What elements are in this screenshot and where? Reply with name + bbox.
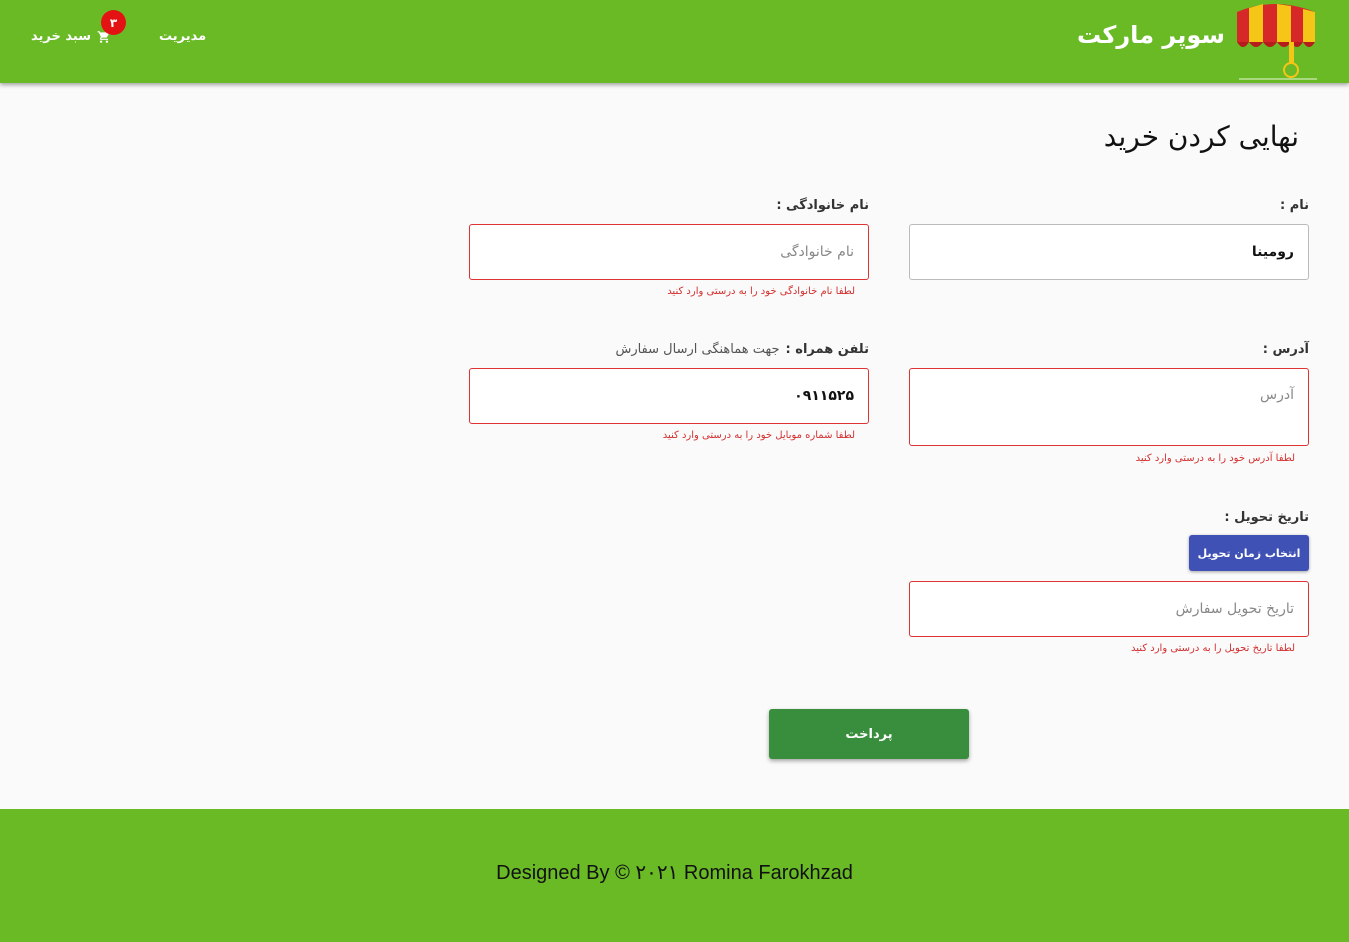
address-textarea[interactable]: آدرس [909, 368, 1309, 446]
delivery-date-input[interactable]: تاریخ تحویل سفارش [909, 581, 1309, 637]
page-title: نهایی کردن خرید [1103, 120, 1299, 153]
delivery-date-error: لطفا تاریخ تحویل را به درستی وارد کنید [1131, 643, 1295, 654]
address-error: لطفا آدرس خود را به درستی وارد کنید [1135, 453, 1295, 464]
brand-name: سوپر مارکت [1077, 20, 1225, 49]
top-navbar: سوپر مارکت مدیریت سبد خرید ۳ [0, 0, 1349, 83]
nav-cart-link[interactable]: سبد خرید [31, 29, 111, 44]
store-awning-icon [1237, 3, 1317, 79]
first-name-input[interactable]: رومینا [909, 224, 1309, 280]
footer-credit: Designed By © ۲۰۲۱ Romina Farokhzad [496, 862, 853, 884]
phone-error: لطفا شماره موبایل خود را به درستی وارد ک… [662, 430, 855, 441]
last-name-label: نام خانوادگی : [776, 198, 869, 213]
first-name-value: رومینا [1251, 244, 1294, 260]
delivery-date-placeholder: تاریخ تحویل سفارش [1175, 601, 1294, 617]
last-name-input[interactable]: نام خانوادگی [469, 224, 869, 280]
last-name-placeholder: نام خانوادگی [780, 244, 854, 260]
brand[interactable]: سوپر مارکت [1077, 0, 1319, 83]
phone-label-text: تلفن همراه : [785, 342, 869, 357]
phone-input[interactable]: ۰۹۱۱۵۲۵ [469, 368, 869, 424]
phone-hint: جهت هماهنگی ارسال سفارش [615, 342, 780, 357]
phone-label: تلفن همراه : جهت هماهنگی ارسال سفارش [615, 342, 869, 357]
nav-admin-link[interactable]: مدیریت [159, 29, 206, 44]
footer: Designed By © ۲۰۲۱ Romina Farokhzad [0, 809, 1349, 942]
pay-button[interactable]: پرداخت [769, 709, 969, 759]
select-delivery-time-button[interactable]: انتخاب زمان تحویل [1189, 535, 1309, 571]
nav-cart-label: سبد خرید [31, 29, 91, 44]
address-label: آدرس : [1262, 342, 1309, 357]
phone-value: ۰۹۱۱۵۲۵ [794, 388, 854, 404]
cart-count-badge: ۳ [101, 10, 126, 35]
delivery-date-label: تاریخ تحویل : [1224, 510, 1309, 525]
address-placeholder: آدرس [1260, 387, 1294, 403]
first-name-label: نام : [1279, 198, 1309, 213]
last-name-error: لطفا نام خانوادگی خود را به درستی وارد ک… [667, 286, 855, 297]
